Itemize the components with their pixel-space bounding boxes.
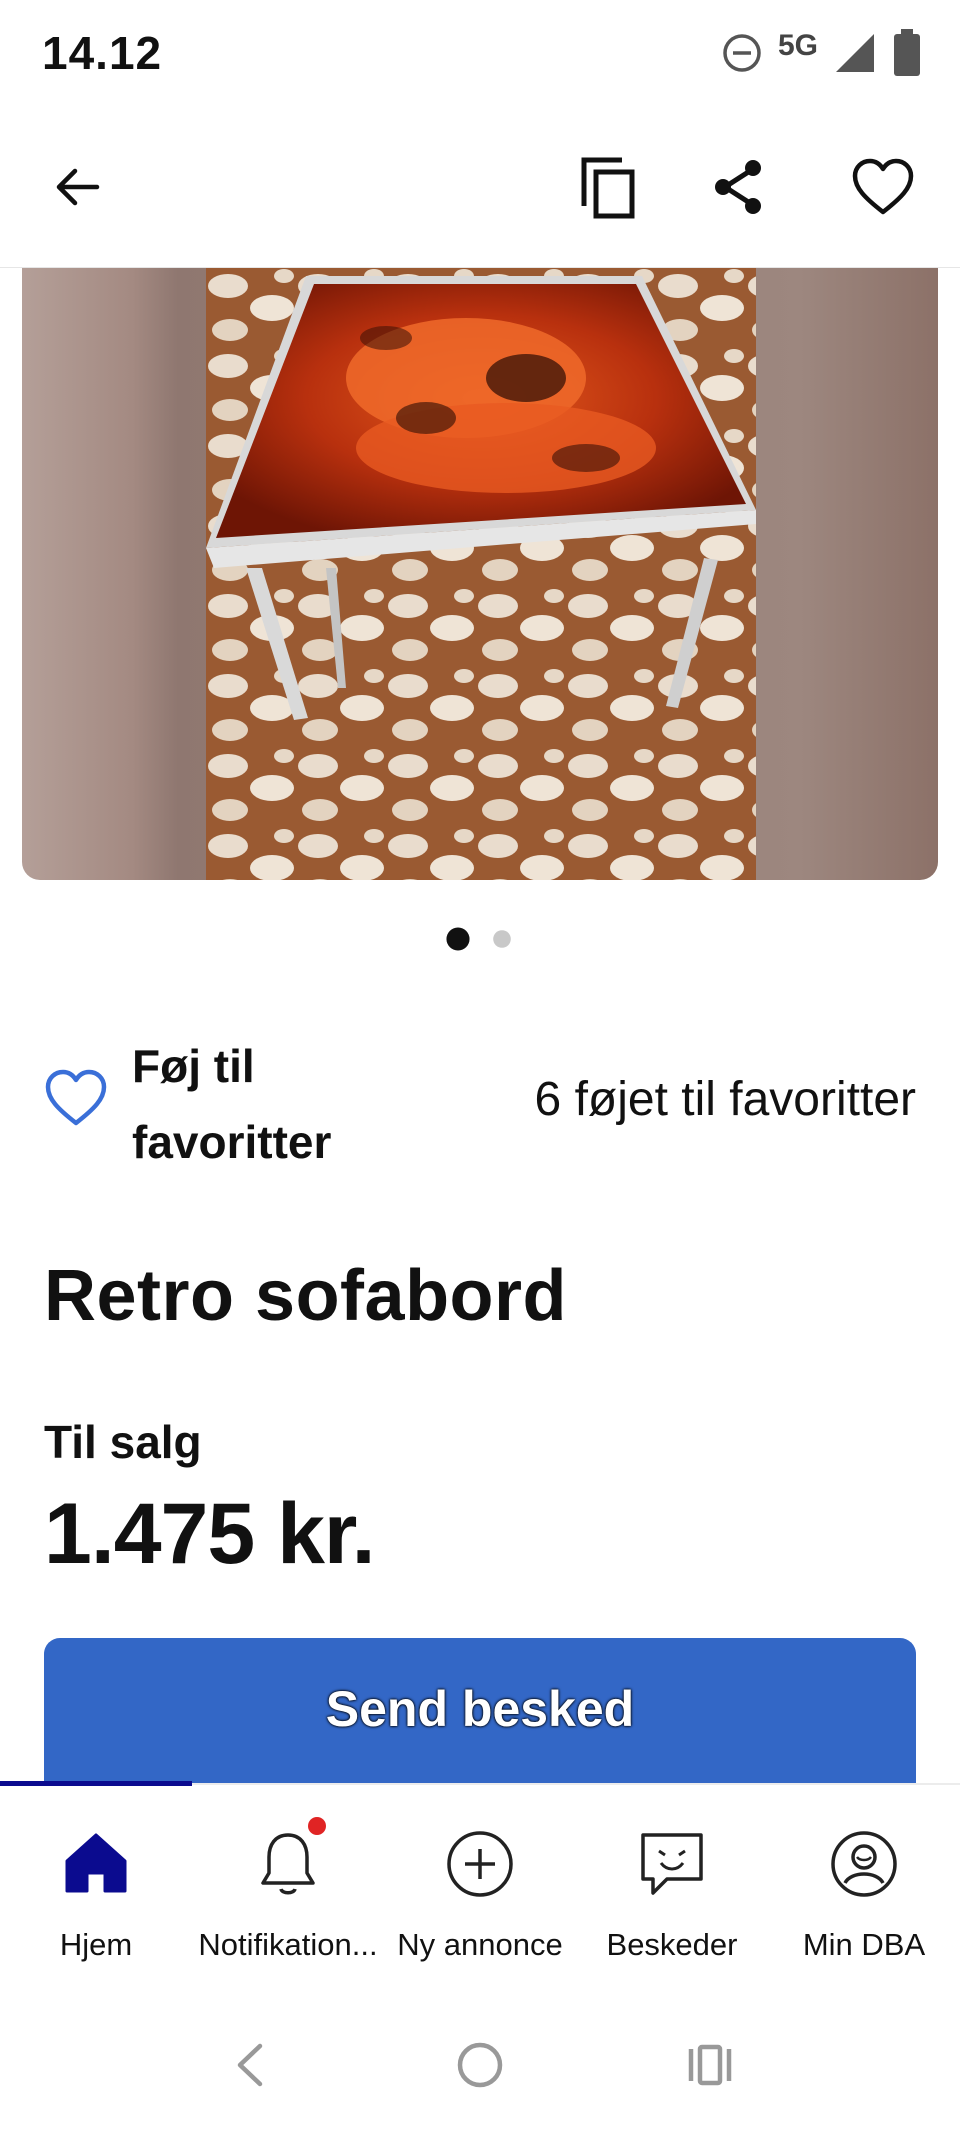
bell-icon bbox=[261, 1833, 315, 1895]
nav-item-new-listing[interactable]: Ny annonce bbox=[384, 1785, 576, 1995]
sale-type: Til salg bbox=[44, 1416, 202, 1468]
heart-outline-icon bbox=[852, 158, 914, 215]
status-bar: 14.12 5G bbox=[0, 0, 960, 110]
top-toolbar bbox=[0, 110, 960, 268]
system-navigation bbox=[0, 1993, 960, 2133]
back-button[interactable] bbox=[32, 142, 122, 232]
copy-button[interactable] bbox=[563, 142, 653, 232]
send-message-button[interactable]: Send besked bbox=[44, 1638, 916, 1788]
plus-circle-icon bbox=[447, 1831, 513, 1897]
favorite-count: 6 føjet til favoritter bbox=[534, 1073, 916, 1126]
status-icons: 5G bbox=[720, 28, 922, 78]
heart-outline-icon bbox=[45, 1069, 107, 1126]
system-recents-button[interactable] bbox=[670, 2025, 750, 2105]
do-not-disturb-icon bbox=[720, 31, 764, 75]
network-label: 5G bbox=[777, 29, 818, 62]
signal-icon bbox=[832, 30, 878, 76]
notification-badge bbox=[308, 1817, 326, 1835]
chat-icon bbox=[641, 1833, 703, 1895]
nav-label-new-listing: Ny annonce bbox=[397, 1927, 563, 1962]
system-recents-icon bbox=[688, 2044, 732, 2086]
add-favorite-label[interactable]: Føj til favoritter bbox=[132, 1028, 412, 1180]
favorite-toolbar-button[interactable] bbox=[838, 142, 928, 232]
system-home-button[interactable] bbox=[440, 2025, 520, 2105]
image-gallery[interactable] bbox=[22, 268, 938, 880]
gallery-indicator bbox=[0, 927, 960, 951]
nav-label-notifications: Notifikation... bbox=[198, 1927, 378, 1962]
add-favorite-label-line1: Føj til bbox=[132, 1040, 255, 1092]
nav-item-messages[interactable]: Beskeder bbox=[576, 1785, 768, 1995]
system-back-icon bbox=[237, 2043, 263, 2087]
nav-label-my-dba: Min DBA bbox=[802, 1927, 926, 1962]
share-button[interactable] bbox=[694, 142, 784, 232]
nav-label-home: Hjem bbox=[59, 1927, 133, 1962]
nav-item-my-dba[interactable]: Min DBA bbox=[768, 1785, 960, 1995]
product-photo bbox=[206, 268, 756, 880]
home-icon bbox=[65, 1833, 127, 1893]
nav-item-home[interactable]: Hjem bbox=[0, 1785, 192, 1995]
bottom-navigation: Hjem Notifikation... Ny annonce Beskeder… bbox=[0, 1781, 960, 1995]
gallery-dot-active[interactable] bbox=[446, 927, 470, 951]
battery-icon bbox=[892, 28, 922, 78]
nav-label-messages: Beskeder bbox=[606, 1927, 738, 1962]
listing-price: 1.475 kr. bbox=[44, 1486, 376, 1582]
back-arrow-icon bbox=[56, 168, 100, 206]
status-time: 14.12 bbox=[42, 27, 163, 79]
share-icon bbox=[715, 160, 761, 214]
system-home-icon bbox=[457, 2042, 503, 2088]
copy-icon bbox=[581, 157, 635, 219]
system-back-button[interactable] bbox=[210, 2025, 290, 2105]
add-favorite-button[interactable] bbox=[44, 1068, 108, 1132]
favorite-row: Føj til favoritter 6 føjet til favoritte… bbox=[44, 1020, 924, 1180]
listing-title: Retro sofabord bbox=[44, 1256, 568, 1336]
nav-item-notifications[interactable]: Notifikation... bbox=[192, 1785, 384, 1995]
profile-icon bbox=[831, 1831, 897, 1897]
gallery-dot[interactable] bbox=[493, 930, 511, 948]
add-favorite-label-line2: favoritter bbox=[132, 1116, 332, 1168]
